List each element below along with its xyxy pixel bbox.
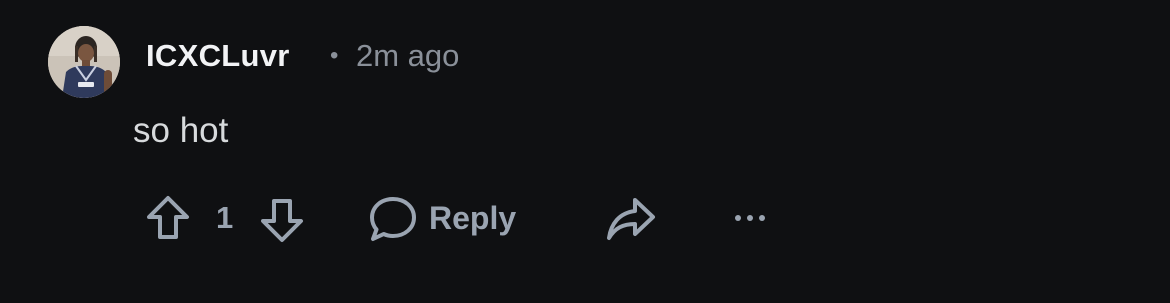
reply-label[interactable]: Reply [429,198,516,238]
avatar[interactable] [48,26,120,98]
ellipsis-icon [735,215,765,221]
share-arrow-icon [607,198,655,240]
upvote-button[interactable] [144,194,192,242]
comment: ICXCLuvr • 2m ago so hot 1 Reply [0,0,1170,303]
arrow-down-outline-icon [261,199,303,242]
arrow-up-outline-icon [147,196,189,239]
speech-bubble-icon [370,197,416,241]
comment-author[interactable]: ICXCLuvr [146,36,290,76]
meta-separator: • [330,42,339,69]
avatar-image [48,26,120,98]
comment-body: so hot [133,111,229,150]
share-button[interactable] [606,196,656,242]
more-options-button[interactable] [730,208,770,228]
comment-timestamp: 2m ago [356,38,460,73]
downvote-button[interactable] [258,196,306,244]
vote-count: 1 [216,200,234,235]
